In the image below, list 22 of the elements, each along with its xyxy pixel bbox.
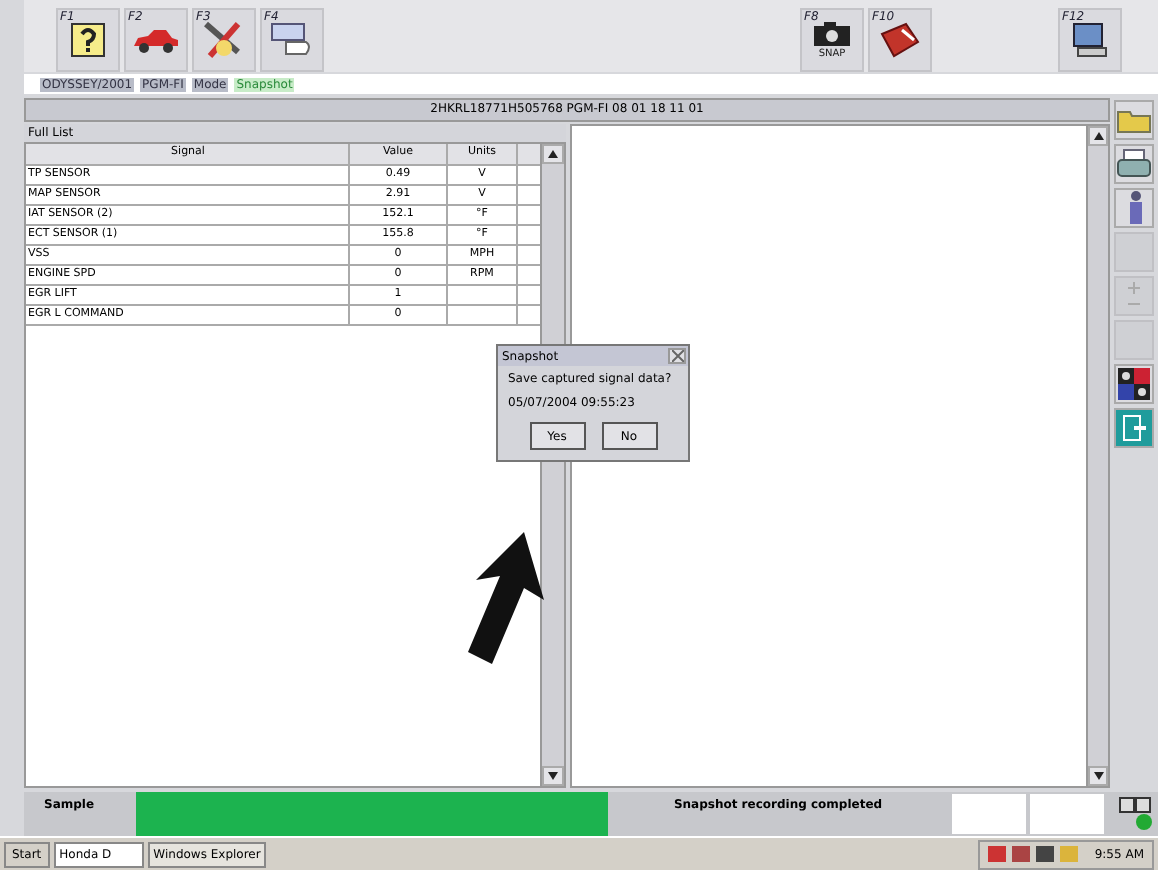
down-arrow-icon bbox=[1093, 772, 1103, 780]
help-icon bbox=[70, 22, 106, 58]
camera-icon bbox=[812, 20, 852, 48]
tools-icon bbox=[202, 20, 246, 60]
printer-icon bbox=[1116, 148, 1152, 180]
scrollbar[interactable] bbox=[1086, 126, 1108, 786]
connection-icon bbox=[1118, 796, 1154, 832]
down-arrow-icon bbox=[548, 772, 558, 780]
tool-button[interactable] bbox=[1114, 144, 1154, 184]
tool-button[interactable] bbox=[1114, 188, 1154, 228]
hand-icon bbox=[270, 22, 314, 58]
close-button[interactable] bbox=[668, 348, 686, 364]
book-icon bbox=[878, 22, 922, 58]
close-icon bbox=[671, 350, 683, 362]
folder-icon bbox=[1116, 106, 1152, 134]
up-arrow-icon bbox=[548, 150, 558, 158]
up-arrow-icon bbox=[1093, 132, 1103, 140]
exit-icon bbox=[1116, 410, 1152, 446]
grid-icon bbox=[1116, 366, 1152, 402]
car-icon bbox=[132, 26, 180, 54]
tool-button[interactable] bbox=[1114, 364, 1154, 404]
computer-icon bbox=[1070, 22, 1110, 58]
